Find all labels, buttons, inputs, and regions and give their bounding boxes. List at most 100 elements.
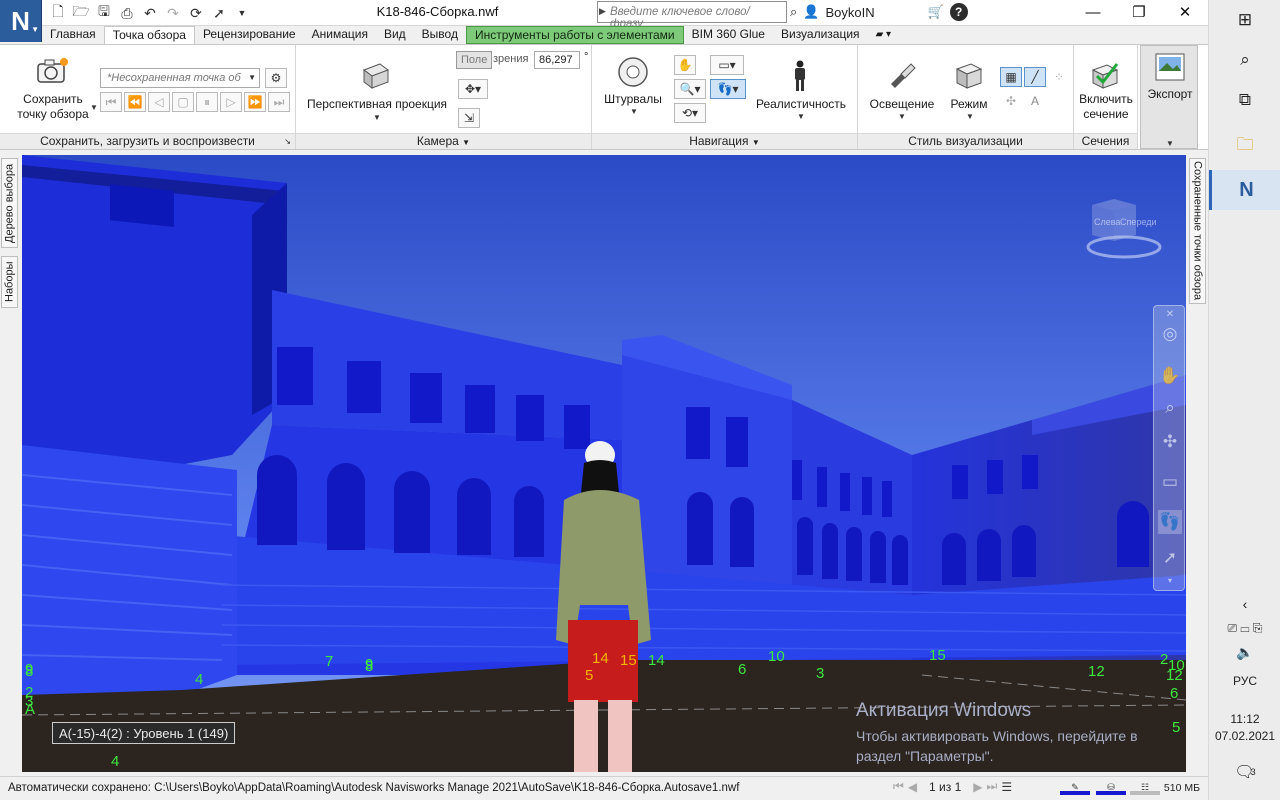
3d-viewport[interactable]: 9 8 2 3 A 4 7 9 8 14 15 14 5 6 10 3 15 1… (22, 155, 1186, 772)
last-sheet-icon[interactable]: ⏭ (987, 779, 998, 794)
first-sheet-icon[interactable]: ⏮ (893, 779, 904, 794)
app-menu-button[interactable]: N ▼ (0, 0, 42, 42)
sheet-list-icon[interactable]: ☰ (1001, 780, 1012, 794)
zoom-icon[interactable]: 🔍▾ (674, 79, 706, 99)
export-label[interactable]: Экспорт (1141, 87, 1199, 102)
binoculars-icon[interactable]: ⌕ (790, 4, 797, 20)
text-render-icon[interactable]: A (1024, 91, 1046, 111)
tab-home[interactable]: Главная (42, 26, 104, 44)
full-render-icon[interactable]: ▦ (1000, 67, 1022, 87)
perspective-dropdown-icon[interactable]: ▼ (373, 113, 381, 122)
step-forward-icon[interactable]: ⏩ (244, 92, 266, 112)
orbit-icon[interactable]: ⟲▾ (674, 103, 706, 123)
first-frame-icon[interactable]: ⏮ (100, 92, 122, 112)
pan-icon[interactable]: ✋ (674, 55, 696, 75)
walk-mode-icon[interactable]: ▭▾ (710, 55, 744, 75)
navigation-expand-icon[interactable]: ▼ (752, 138, 760, 147)
navbar-close-icon[interactable]: ✕ (1158, 308, 1182, 320)
camera-panel-expand-icon[interactable]: ▼ (462, 138, 470, 147)
lighting-dropdown-icon[interactable]: ▼ (898, 112, 906, 121)
camera-save-icon[interactable] (34, 55, 70, 87)
mode-cube-icon[interactable] (952, 59, 986, 91)
sectioning-icon[interactable] (1088, 59, 1122, 91)
maximize-button[interactable]: ❐ (1116, 0, 1162, 24)
tab-output[interactable]: Вывод (414, 26, 466, 44)
volume-icon[interactable]: 🔈 (1209, 632, 1280, 672)
qat-customize-icon[interactable]: ▼ (232, 3, 252, 23)
fov-value-input[interactable]: 86,297 (534, 51, 580, 69)
mode-label[interactable]: Режим (942, 97, 996, 112)
user-name[interactable]: BoykoIN (825, 5, 921, 20)
close-button[interactable]: ✕ (1162, 0, 1208, 24)
combo-arrow-icon[interactable]: ▼ (248, 73, 256, 82)
realism-dropdown-icon[interactable]: ▼ (797, 112, 805, 121)
search-icon[interactable]: ⌕ (1209, 40, 1280, 80)
manage-viewpoints-icon[interactable]: ⚙ (265, 68, 287, 88)
tab-animation[interactable]: Анимация (304, 26, 376, 44)
notifications-icon[interactable]: 🗨 3 (1209, 752, 1280, 792)
clock-time[interactable]: 11:12 (1209, 712, 1280, 726)
tab-selection-tree[interactable]: Дерево выбора (1, 158, 18, 248)
enable-section-label[interactable]: Включить сечение (1074, 92, 1138, 122)
viewcube-left-face[interactable]: Слева (1094, 217, 1120, 227)
navisworks-taskbar-icon[interactable]: N (1209, 170, 1280, 210)
search-input[interactable]: ▶ Введите ключевое слово/фразу (597, 1, 787, 30)
search-expand-icon[interactable]: ▶ (599, 6, 606, 17)
lighting-label[interactable]: Освещение (862, 97, 942, 112)
pause-icon[interactable]: ⏸ (196, 92, 218, 112)
navbar-wheel-icon[interactable]: ◎ (1158, 322, 1182, 346)
refresh-icon[interactable]: ⟳ (186, 3, 206, 23)
viewpoint-combo[interactable]: *Несохраненная точка об ▼ (100, 68, 260, 88)
navbar-select-icon[interactable]: ➚ (1158, 546, 1182, 570)
tab-review[interactable]: Рецензирование (195, 26, 304, 44)
walk-footprints-icon[interactable]: 👣▾ (710, 79, 746, 99)
snap-points-icon[interactable]: ✣ (1000, 91, 1022, 111)
help-icon[interactable]: ? (949, 3, 968, 21)
navbar-walk-icon[interactable]: 👣 (1158, 510, 1182, 534)
navbar-lookaround-icon[interactable]: ▭ (1158, 470, 1182, 494)
save-viewpoint-label[interactable]: Сохранить точку обзора (10, 92, 96, 122)
navbar-orbit-icon[interactable]: ✣ (1158, 430, 1182, 454)
task-view-icon[interactable]: ⧉ (1209, 80, 1280, 120)
select-cursor-icon[interactable]: ➚ (209, 3, 229, 23)
panel-launcher-icon[interactable]: ↘ (284, 134, 291, 149)
steering-wheels-icon[interactable] (616, 55, 650, 89)
panel-export[interactable]: Экспорт ▼ (1140, 45, 1198, 149)
tab-saved-viewpoints[interactable]: Сохраненные точки обзора (1189, 158, 1206, 304)
stop-icon[interactable]: ▢ (172, 92, 194, 112)
navbar-zoom-icon[interactable]: ⌕ (1158, 396, 1182, 420)
redo-icon[interactable]: ↷ (163, 3, 183, 23)
last-frame-icon[interactable]: ⏭ (268, 92, 290, 112)
navbar-menu-icon[interactable]: ▾ (1158, 574, 1182, 586)
user-icon[interactable]: 👤 (803, 4, 819, 20)
export-dropdown-icon[interactable]: ▼ (1166, 139, 1174, 148)
step-back-icon[interactable]: ⏪ (124, 92, 146, 112)
cart-icon[interactable]: 🛒 (927, 4, 943, 20)
export-image-icon[interactable] (1154, 52, 1186, 82)
minimize-button[interactable]: — (1070, 0, 1116, 24)
prev-sheet-icon[interactable]: ◀ (908, 780, 917, 794)
steering-label[interactable]: Штурвалы (600, 92, 666, 107)
realism-label[interactable]: Реалистичность (748, 97, 854, 112)
windows-start-icon[interactable]: ⊞ (1209, 0, 1280, 40)
next-sheet-icon[interactable]: ▶ (973, 780, 982, 794)
navbar-pan-icon[interactable]: ✋ (1158, 364, 1182, 388)
lines-render-icon[interactable]: ╱ (1024, 67, 1046, 87)
perspective-cube-icon[interactable] (359, 59, 393, 91)
save-icon[interactable]: 🖫 (94, 3, 114, 23)
perspective-label[interactable]: Перспективная проекция (304, 97, 450, 112)
tab-item-tools[interactable]: Инструменты работы с элементами (465, 26, 684, 44)
tab-sets[interactable]: Наборы (1, 256, 18, 308)
mode-dropdown-icon[interactable]: ▼ (966, 112, 974, 121)
language-indicator[interactable]: РУС (1209, 674, 1280, 688)
viewcube-front-face[interactable]: Спереди (1120, 217, 1156, 227)
steering-dropdown-icon[interactable]: ▼ (630, 107, 638, 116)
lighting-flashlight-icon[interactable] (884, 59, 918, 91)
save-dropdown-icon[interactable]: ▼ (90, 103, 98, 112)
tab-view[interactable]: Вид (376, 26, 414, 44)
clock-date[interactable]: 07.02.2021 (1209, 729, 1280, 743)
open-file-icon[interactable]: 🗁 (71, 3, 91, 23)
tab-extra-menu[interactable]: ▰ ▾ (868, 26, 900, 44)
print-icon[interactable]: ⎙ (117, 3, 137, 23)
play-icon[interactable]: ▷ (220, 92, 242, 112)
